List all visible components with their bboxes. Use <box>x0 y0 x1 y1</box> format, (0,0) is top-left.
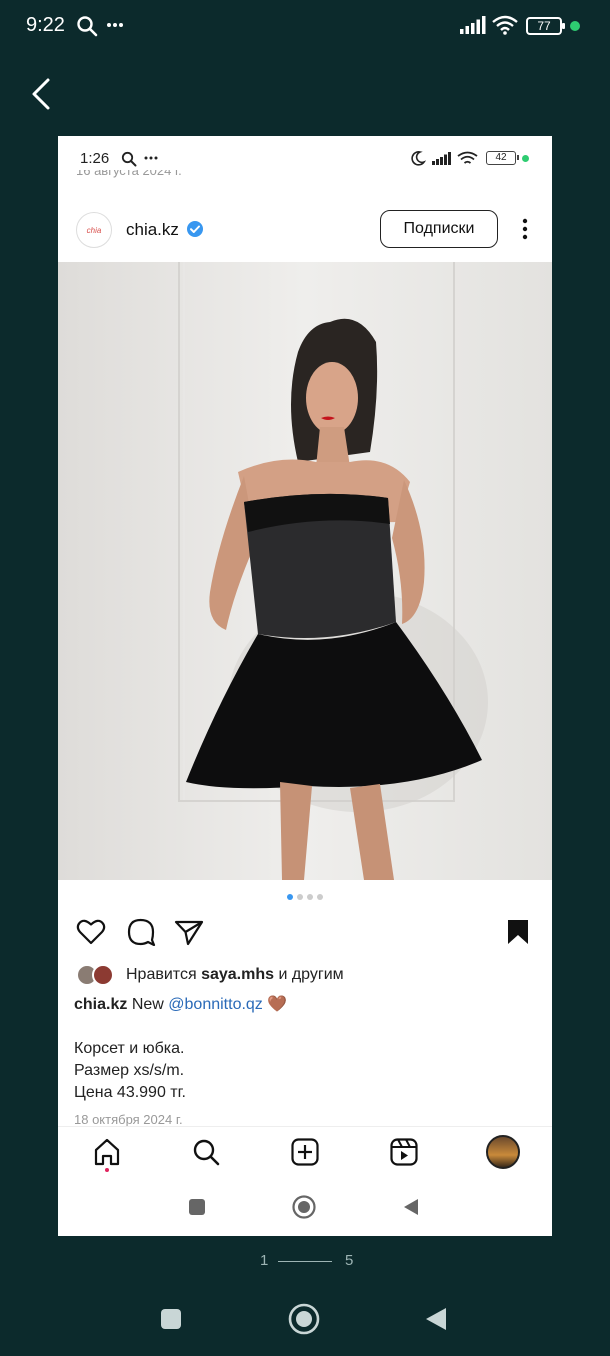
bottom-tab-bar <box>58 1126 552 1176</box>
inner-signal-icon <box>432 152 451 165</box>
post-actions <box>58 916 552 952</box>
carousel-dot <box>297 894 303 900</box>
inner-wifi-icon <box>457 151 478 164</box>
inner-active-dot <box>522 155 529 162</box>
search-tab-icon[interactable] <box>191 1137 221 1167</box>
caption-mention[interactable]: @bonnitto.qz <box>168 996 263 1013</box>
likes-text: Нравится saya.mhs и другим <box>126 966 344 984</box>
pager-total: 5 <box>345 1252 354 1269</box>
inner-more-dots-icon <box>144 156 158 160</box>
back-arrow-icon[interactable] <box>28 76 60 112</box>
post-screenshot: 1:26 42 16 августа 2024 г. chia chia.kz … <box>58 136 552 1236</box>
liker-avatar <box>92 964 114 986</box>
inner-nav-bar <box>58 1176 552 1236</box>
subscriptions-button[interactable]: Подписки <box>380 210 498 248</box>
home-button-icon[interactable] <box>288 1303 320 1335</box>
status-bar: 9:22 77 <box>0 0 610 54</box>
inner-status-time: 1:26 <box>80 150 110 167</box>
signal-icon <box>460 16 486 34</box>
inner-battery-indicator: 42 <box>486 151 519 165</box>
create-post-icon[interactable] <box>290 1137 320 1167</box>
pager-separator <box>278 1261 332 1262</box>
likes-user[interactable]: saya.mhs <box>201 966 274 983</box>
caption-line: Корсет и юбка. <box>74 1040 185 1057</box>
carousel-dot <box>317 894 323 900</box>
more-dots-icon <box>107 23 123 27</box>
system-nav-bar <box>0 1296 610 1344</box>
pager-current: 1 <box>260 1252 269 1269</box>
status-time: 9:22 <box>26 14 65 36</box>
verified-badge-icon <box>187 221 203 237</box>
caption-username[interactable]: chia.kz <box>74 996 127 1013</box>
caption-emoji: 🤎 <box>267 996 288 1013</box>
recents-button-icon[interactable] <box>160 1308 182 1330</box>
likes-row[interactable]: Нравится saya.mhs и другим <box>76 964 546 988</box>
inner-home-button-icon <box>292 1195 316 1219</box>
search-icon <box>77 16 98 37</box>
profile-tab-avatar[interactable] <box>486 1135 520 1169</box>
profile-avatar[interactable]: chia <box>76 212 112 248</box>
previous-post-date: 16 августа 2024 г. <box>76 170 182 178</box>
home-icon[interactable] <box>92 1137 122 1167</box>
post-date: 18 октября 2024 г. <box>74 1112 183 1126</box>
wifi-icon <box>492 15 518 35</box>
share-icon[interactable] <box>174 918 204 946</box>
comment-icon[interactable] <box>126 918 156 946</box>
battery-indicator: 77 <box>526 17 565 35</box>
inner-back-triangle-icon <box>404 1199 418 1215</box>
caption-word: New <box>131 996 164 1013</box>
bookmark-icon[interactable] <box>506 918 530 946</box>
carousel-indicator <box>58 894 552 902</box>
kebab-menu-icon[interactable] <box>520 216 530 242</box>
likes-suffix: и другим <box>278 966 344 983</box>
moon-icon <box>411 151 426 166</box>
post-photo[interactable] <box>58 262 552 880</box>
caption-line: Размер xs/s/m. <box>74 1062 185 1079</box>
image-pager: 1 5 <box>0 1252 610 1272</box>
carousel-dot <box>287 894 293 900</box>
inner-search-icon <box>121 151 137 167</box>
inner-recents-icon <box>189 1199 205 1215</box>
carousel-dot <box>307 894 313 900</box>
likes-prefix: Нравится <box>126 966 197 983</box>
post-caption: chia.kz New @bonnitto.qz 🤎 Корсет и юбка… <box>74 994 534 1104</box>
notification-dot <box>105 1168 109 1172</box>
reels-icon[interactable] <box>389 1137 419 1167</box>
model-photo-image <box>58 262 552 880</box>
post-username[interactable]: chia.kz <box>126 220 179 240</box>
back-button-icon[interactable] <box>424 1306 448 1332</box>
post-header: chia chia.kz Подписки <box>58 206 552 262</box>
caption-line: Цена 43.990 тг. <box>74 1084 186 1101</box>
heart-icon[interactable] <box>76 918 106 946</box>
active-dot <box>570 21 580 31</box>
